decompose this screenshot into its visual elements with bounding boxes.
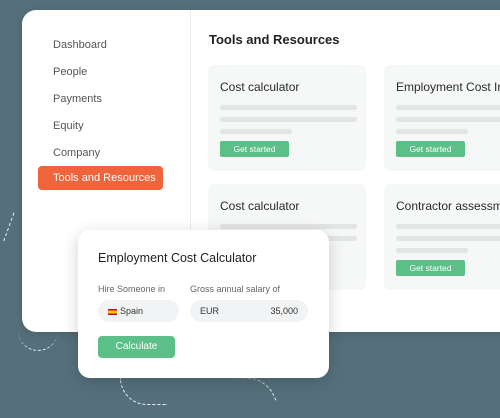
text-placeholder-line (396, 236, 500, 241)
country-select[interactable]: Spain (98, 300, 179, 322)
text-placeholder-line (396, 224, 500, 229)
spain-flag-icon (108, 308, 117, 315)
tool-card-employment-cost[interactable]: Employment Cost In Get started (384, 65, 500, 171)
get-started-button[interactable]: Get started (396, 260, 465, 276)
country-value: Spain (120, 306, 144, 316)
salary-label: Gross annual salary of (190, 284, 281, 294)
text-placeholder-line (396, 117, 500, 122)
text-placeholder-line (396, 105, 500, 110)
text-placeholder-line (220, 117, 357, 122)
card-title: Cost calculator (220, 199, 300, 213)
text-placeholder-line (396, 248, 468, 253)
text-placeholder-line (220, 129, 292, 134)
card-title: Contractor assessme (396, 199, 500, 213)
sidebar-item-tools-and-resources[interactable]: Tools and Resources (38, 166, 163, 190)
page-title: Tools and Resources (209, 32, 340, 47)
sidebar-item-payments[interactable]: Payments (38, 87, 163, 111)
text-placeholder-line (220, 105, 357, 110)
currency-value: EUR (200, 306, 220, 316)
sidebar-item-equity[interactable]: Equity (38, 114, 163, 138)
sidebar-item-company[interactable]: Company (38, 141, 163, 165)
employment-cost-calculator-card: Employment Cost Calculator Hire Someone … (78, 230, 329, 378)
card-title: Cost calculator (220, 80, 300, 94)
text-placeholder-line (220, 224, 357, 229)
salary-amount: 35,000 (270, 306, 298, 316)
sidebar-item-people[interactable]: People (38, 60, 163, 84)
calculator-title: Employment Cost Calculator (98, 251, 257, 265)
salary-input[interactable]: EUR 35,000 (190, 300, 308, 322)
tool-card-cost-calculator[interactable]: Cost calculator Get started (208, 65, 366, 171)
get-started-button[interactable]: Get started (220, 141, 289, 157)
hire-label: Hire Someone in (98, 284, 166, 294)
sidebar-item-dashboard[interactable]: Dashboard (38, 33, 163, 57)
decorative-dashed-line (18, 330, 58, 351)
calculate-button[interactable]: Calculate (98, 336, 175, 358)
text-placeholder-line (396, 129, 468, 134)
card-title: Employment Cost In (396, 80, 500, 94)
decorative-dashed-line (120, 378, 167, 405)
tool-card-contractor-assessment[interactable]: Contractor assessme Get started (384, 184, 500, 290)
get-started-button[interactable]: Get started (396, 141, 465, 157)
